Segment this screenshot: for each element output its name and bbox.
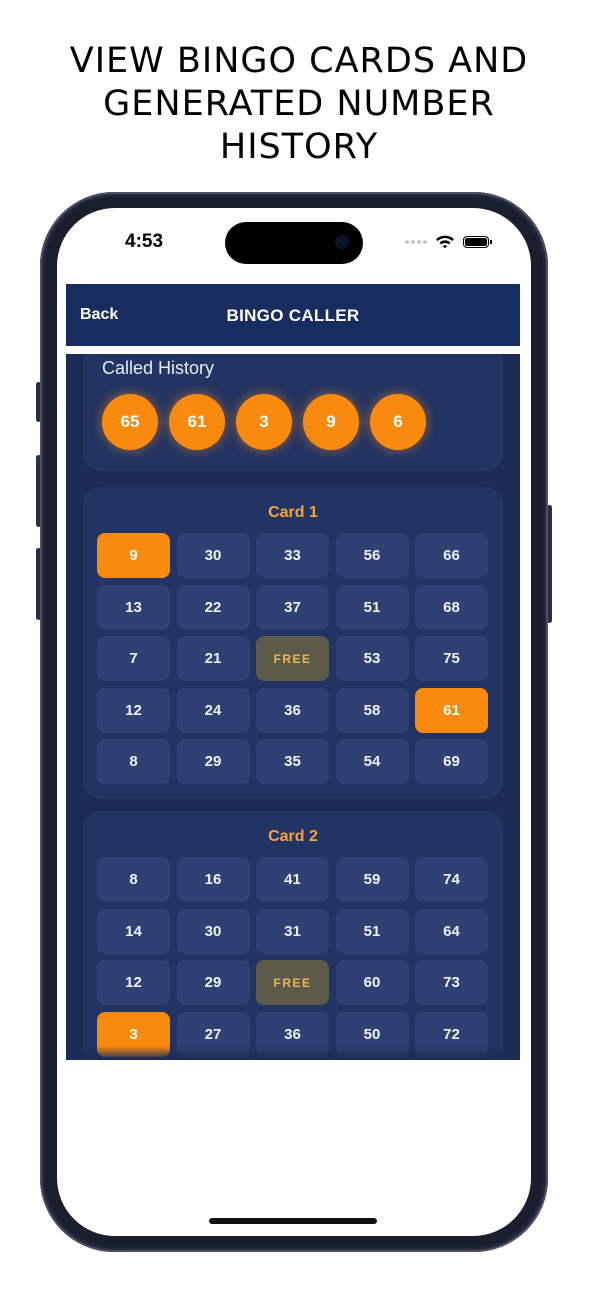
bingo-cell[interactable]: 73 — [415, 960, 488, 1005]
promo-line-3: HISTORY — [219, 127, 379, 167]
bingo-cell[interactable]: 9 — [97, 533, 170, 578]
camera-icon — [335, 235, 349, 249]
bingo-cell[interactable]: 22 — [176, 584, 250, 630]
bingo-cell[interactable]: 58 — [335, 687, 409, 733]
scroll-fade — [66, 1046, 520, 1060]
free-space-cell[interactable]: FREE — [256, 636, 329, 681]
card-grid: 8 16 41 59 74 14 30 31 51 64 12 29 FREE … — [97, 857, 488, 1057]
bingo-cell[interactable]: 51 — [335, 908, 409, 954]
bingo-cell[interactable]: 37 — [256, 584, 329, 630]
wifi-icon — [436, 235, 454, 249]
bingo-cell[interactable]: 36 — [256, 687, 329, 733]
bingo-cell[interactable]: 12 — [97, 687, 170, 733]
bingo-cell[interactable]: 30 — [176, 533, 250, 578]
nav-bar: Back BINGO CALLER — [66, 284, 520, 346]
bingo-card-1: Card 1 9 30 33 56 66 13 22 37 51 68 7 21… — [84, 488, 502, 798]
dynamic-island — [225, 222, 363, 264]
bingo-cell[interactable]: 41 — [256, 857, 329, 902]
bingo-cell[interactable]: 60 — [335, 960, 409, 1005]
bingo-cell[interactable]: 29 — [176, 960, 250, 1005]
bingo-cell[interactable]: 61 — [415, 687, 488, 733]
bingo-cell[interactable]: 66 — [415, 533, 488, 578]
bingo-cell[interactable]: 69 — [415, 739, 488, 784]
scroll-content[interactable]: Called History 65 61 3 9 6 Card 1 9 30 3… — [66, 354, 520, 1060]
called-ball: 6 — [370, 394, 426, 450]
called-history-title: Called History — [102, 358, 215, 378]
called-history-panel: Called History 65 61 3 9 6 — [84, 354, 502, 470]
nav-title: BINGO CALLER — [226, 306, 360, 325]
promo-line-2: GENERATED NUMBER — [103, 84, 495, 124]
card-title: Card 1 — [268, 504, 318, 521]
bingo-app: Back BINGO CALLER Called History 65 61 3… — [66, 284, 520, 1060]
promo-line-1: VIEW BINGO CARDS AND — [69, 41, 529, 81]
bingo-cell[interactable]: 24 — [176, 687, 250, 733]
bingo-cell[interactable]: 8 — [97, 857, 170, 902]
bingo-cell[interactable]: 21 — [176, 636, 250, 681]
bingo-cell[interactable]: 16 — [176, 857, 250, 902]
bingo-cell[interactable]: 14 — [97, 908, 170, 954]
called-ball: 3 — [236, 394, 292, 450]
bingo-cell[interactable]: 54 — [335, 739, 409, 784]
bingo-cell[interactable]: 8 — [97, 739, 170, 784]
card-title: Card 2 — [268, 828, 318, 845]
bingo-cell[interactable]: 75 — [415, 636, 488, 681]
bingo-cell[interactable]: 51 — [335, 584, 409, 630]
bingo-cell[interactable]: 56 — [335, 533, 409, 578]
called-ball: 61 — [169, 394, 225, 450]
status-time: 4:53 — [125, 231, 164, 252]
status-icons — [405, 234, 492, 249]
called-ball: 9 — [303, 394, 359, 450]
bingo-cell[interactable]: 68 — [415, 584, 488, 630]
promo-headline: VIEW BINGO CARDS AND GENERATED NUMBER HI… — [0, 40, 598, 169]
bingo-cell[interactable]: 30 — [176, 908, 250, 954]
bingo-cell[interactable]: 35 — [256, 739, 329, 784]
nav-divider — [66, 346, 520, 354]
battery-icon — [463, 235, 492, 248]
bingo-cell[interactable]: 29 — [176, 739, 250, 784]
bingo-cell[interactable]: 53 — [335, 636, 409, 681]
bingo-cell[interactable]: 33 — [256, 533, 329, 578]
phone-screen: 4:53 Back BINGO CALLER Called History 65… — [57, 208, 531, 1236]
bingo-cell[interactable]: 7 — [97, 636, 170, 681]
free-space-cell[interactable]: FREE — [256, 960, 329, 1005]
called-balls-row: 65 61 3 9 6 — [102, 394, 426, 450]
bingo-cell[interactable]: 31 — [256, 908, 329, 954]
bingo-cell[interactable]: 59 — [335, 857, 409, 902]
bingo-cell[interactable]: 13 — [97, 584, 170, 630]
cellular-signal-icon — [405, 239, 427, 244]
bingo-cell[interactable]: 64 — [415, 908, 488, 954]
bingo-cell[interactable]: 12 — [97, 960, 170, 1005]
card-grid: 9 30 33 56 66 13 22 37 51 68 7 21 FREE 5… — [97, 533, 488, 784]
bingo-cell[interactable]: 74 — [415, 857, 488, 902]
called-ball: 65 — [102, 394, 158, 450]
home-indicator[interactable] — [209, 1218, 377, 1224]
bingo-card-2: Card 2 8 16 41 59 74 14 30 31 51 64 12 2… — [84, 812, 502, 1060]
